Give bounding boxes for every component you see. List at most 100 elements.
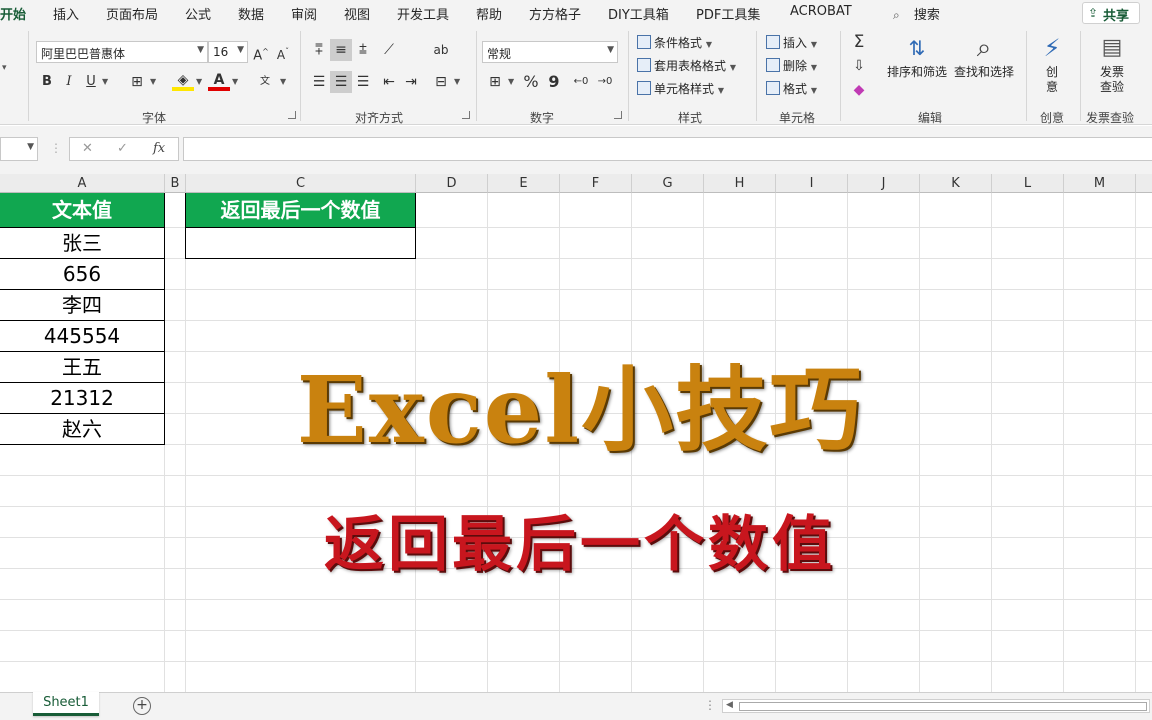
horizontal-scrollbar[interactable]: ◀ xyxy=(722,699,1150,713)
tab-page-layout[interactable]: 页面布局 xyxy=(106,4,158,23)
font-dialog-launcher-icon[interactable] xyxy=(288,111,296,119)
tab-acrobat[interactable]: ACROBAT xyxy=(790,4,852,19)
chevron-down-icon[interactable]: ▼ xyxy=(196,77,202,86)
phonetic-guide-icon[interactable]: 文 xyxy=(254,71,276,93)
italic-button[interactable]: I xyxy=(58,71,80,93)
column-header-i[interactable]: I xyxy=(776,174,848,193)
tab-fangfang[interactable]: 方方格子 xyxy=(529,4,581,23)
decrease-font-size-button[interactable]: Aˇ xyxy=(272,41,294,63)
result-cell-c2[interactable] xyxy=(185,228,416,259)
scroll-left-icon[interactable]: ◀ xyxy=(726,700,733,710)
tab-developer[interactable]: 开发工具 xyxy=(397,4,449,23)
share-button[interactable]: ⇪ 共享 xyxy=(1082,2,1140,24)
format-cells-button[interactable]: 格式 ▼ xyxy=(766,80,817,100)
number-format-combo[interactable]: 常规 ▼ xyxy=(482,41,618,63)
font-name-combo[interactable]: 阿里巴巴普惠体 ▼ xyxy=(36,41,208,63)
name-box[interactable]: ▼ xyxy=(0,137,38,161)
tell-me-search[interactable]: ⌕ 搜索 xyxy=(893,4,940,23)
increase-font-size-button[interactable]: A^ xyxy=(250,41,272,63)
column-header-m[interactable]: M xyxy=(1064,174,1136,193)
enter-icon[interactable]: ✓ xyxy=(117,141,128,156)
orientation-icon[interactable]: ⟋ xyxy=(378,39,400,61)
cell-a1-header[interactable]: 文本值 xyxy=(0,193,165,228)
decrease-indent-icon[interactable]: ⇤ xyxy=(378,71,400,93)
table-cell-a3[interactable]: 656 xyxy=(0,259,165,290)
clipboard-collapsed-chevron[interactable]: ▾ xyxy=(2,63,7,73)
table-cell-a8[interactable]: 赵六 xyxy=(0,414,165,445)
bold-button[interactable]: B xyxy=(36,71,58,93)
accounting-format-icon[interactable]: ⊞ xyxy=(484,71,506,93)
creative-button[interactable]: ⚡ 创意 xyxy=(1034,33,1070,95)
tab-diy-toolbox[interactable]: DIY工具箱 xyxy=(608,4,669,23)
autosum-icon[interactable]: Σ xyxy=(848,31,870,53)
column-header-e[interactable]: E xyxy=(488,174,560,193)
align-left-icon[interactable]: ☰ xyxy=(308,71,330,93)
alignment-dialog-launcher-icon[interactable] xyxy=(462,111,470,119)
decrease-decimal-icon[interactable]: →0 xyxy=(594,71,616,93)
align-center-icon[interactable]: ☰ xyxy=(330,71,352,93)
tab-home[interactable]: 开始 xyxy=(0,4,27,28)
scrollbar-thumb[interactable] xyxy=(739,702,1147,711)
tab-pdf-tools[interactable]: PDF工具集 xyxy=(696,4,760,23)
fill-color-icon[interactable]: ◈ xyxy=(172,71,194,91)
column-header-a[interactable]: A xyxy=(0,174,165,193)
font-size-combo[interactable]: 16 ▼ xyxy=(208,41,248,63)
fill-icon[interactable]: ⇩ xyxy=(848,55,870,77)
tab-data[interactable]: 数据 xyxy=(238,4,264,23)
comma-style-button[interactable]: 9 xyxy=(543,71,565,93)
percent-style-button[interactable]: % xyxy=(520,71,542,93)
table-cell-a7[interactable]: 21312 xyxy=(0,383,165,414)
tab-insert[interactable]: 插入 xyxy=(53,4,79,23)
underline-button[interactable]: U xyxy=(80,71,102,93)
table-cell-a2[interactable]: 张三 xyxy=(0,228,165,259)
worksheet-grid[interactable]: 文本值 张三 656 李四 445554 王五 21312 赵六 返回最后一个数… xyxy=(0,193,1152,692)
table-cell-a6[interactable]: 王五 xyxy=(0,352,165,383)
sheet-tab-sheet1[interactable]: Sheet1 xyxy=(33,692,99,716)
cell-styles-button[interactable]: 单元格样式 ▼ xyxy=(637,80,724,100)
formula-input[interactable] xyxy=(183,137,1152,161)
chevron-down-icon[interactable]: ▼ xyxy=(508,77,514,86)
align-middle-icon[interactable]: ≡ xyxy=(330,39,352,61)
wrap-text-icon[interactable]: ab xyxy=(430,39,452,61)
chevron-down-icon[interactable]: ▼ xyxy=(150,77,156,86)
sort-filter-button[interactable]: ⇅ 排序和筛选 xyxy=(886,33,948,80)
tab-view[interactable]: 视图 xyxy=(344,4,370,23)
tab-help[interactable]: 帮助 xyxy=(476,4,502,23)
table-cell-a4[interactable]: 李四 xyxy=(0,290,165,321)
cancel-icon[interactable]: ✕ xyxy=(82,141,93,156)
clear-icon[interactable]: ◆ xyxy=(848,79,870,101)
column-header-d[interactable]: D xyxy=(416,174,488,193)
align-bottom-icon[interactable]: ⩲ xyxy=(352,39,374,61)
cell-c1-header[interactable]: 返回最后一个数值 xyxy=(185,193,416,228)
column-header-c[interactable]: C xyxy=(186,174,416,193)
table-cell-a5[interactable]: 445554 xyxy=(0,321,165,352)
split-handle-icon[interactable]: ⋮ xyxy=(704,698,716,712)
increase-indent-icon[interactable]: ⇥ xyxy=(400,71,422,93)
column-header-l[interactable]: L xyxy=(992,174,1064,193)
chevron-down-icon[interactable]: ▼ xyxy=(280,77,286,86)
merge-center-icon[interactable]: ⊟ xyxy=(430,71,452,93)
format-as-table-button[interactable]: 套用表格格式 ▼ xyxy=(637,57,736,77)
delete-cells-button[interactable]: 删除 ▼ xyxy=(766,57,817,77)
tab-review[interactable]: 审阅 xyxy=(291,4,317,23)
conditional-formatting-button[interactable]: 条件格式 ▼ xyxy=(637,34,712,54)
column-header-k[interactable]: K xyxy=(920,174,992,193)
insert-cells-button[interactable]: 插入 ▼ xyxy=(766,34,817,54)
align-right-icon[interactable]: ☰ xyxy=(352,71,374,93)
column-header-g[interactable]: G xyxy=(632,174,704,193)
borders-icon[interactable]: ⊞ xyxy=(126,71,148,93)
chevron-down-icon[interactable]: ▼ xyxy=(232,77,238,86)
invoice-check-button[interactable]: ▤ 发票 查验 xyxy=(1090,33,1134,95)
column-header-j[interactable]: J xyxy=(848,174,920,193)
font-color-icon[interactable]: A xyxy=(208,71,230,91)
chevron-down-icon[interactable]: ▼ xyxy=(454,77,460,86)
column-header-f[interactable]: F xyxy=(560,174,632,193)
align-top-icon[interactable]: ⩱ xyxy=(308,39,330,61)
increase-decimal-icon[interactable]: ←0 xyxy=(570,71,592,93)
column-header-b[interactable]: B xyxy=(165,174,186,193)
chevron-down-icon[interactable]: ▼ xyxy=(102,77,108,86)
insert-function-icon[interactable]: fx xyxy=(153,141,165,156)
add-sheet-icon[interactable]: + xyxy=(133,697,151,715)
find-select-button[interactable]: ⌕ 查找和选择 xyxy=(952,33,1016,80)
column-header-h[interactable]: H xyxy=(704,174,776,193)
